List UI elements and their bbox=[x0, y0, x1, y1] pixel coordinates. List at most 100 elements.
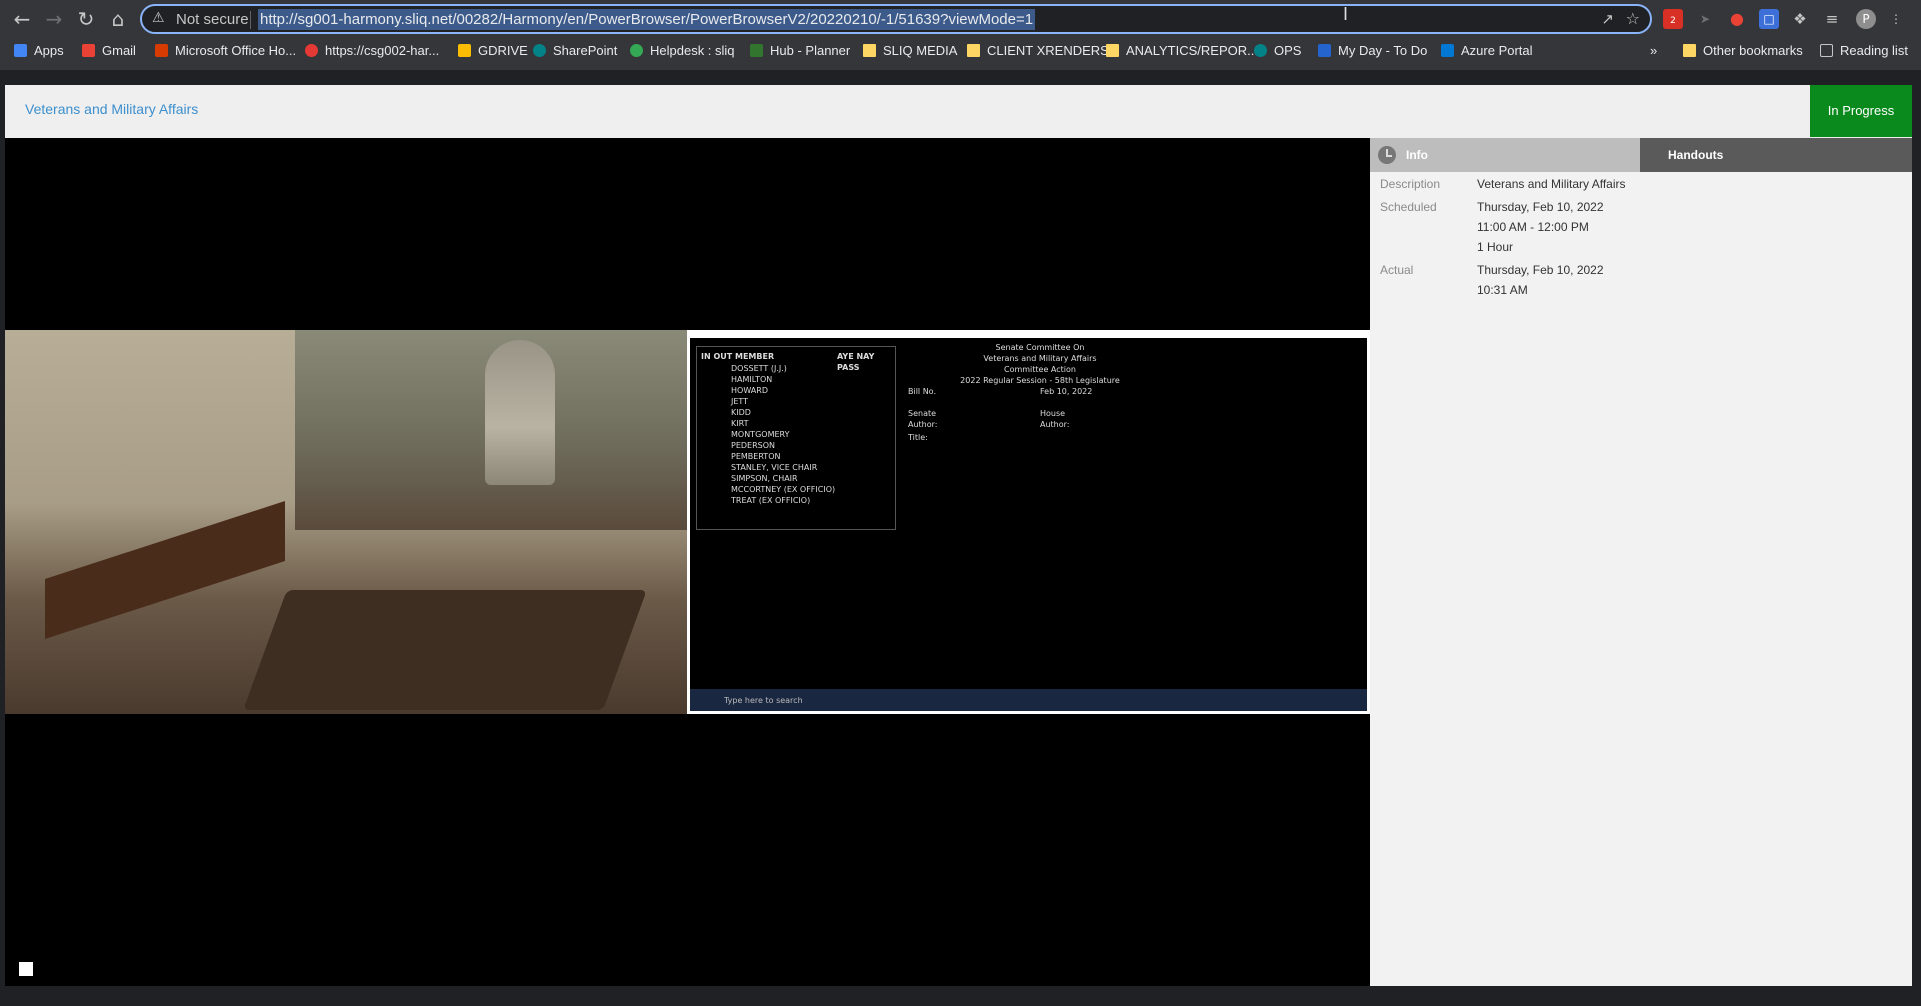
planner-icon bbox=[750, 44, 763, 57]
gmail-icon bbox=[82, 44, 95, 57]
sharepoint-icon bbox=[533, 44, 546, 57]
azure-icon bbox=[1441, 44, 1454, 57]
tab-info[interactable]: Info bbox=[1370, 138, 1640, 172]
bookmark-planner[interactable]: Hub - Planner bbox=[750, 42, 850, 60]
vote-columns: AYE NAY PASS bbox=[837, 352, 875, 372]
apps-grid-icon bbox=[14, 44, 27, 57]
calendar-extension-icon[interactable]: 2 bbox=[1663, 9, 1683, 29]
browser-chrome: ← → ↻ ⌂ ⚠ Not secure http://sg001-harmon… bbox=[0, 0, 1921, 70]
member-row: JETT bbox=[731, 397, 749, 406]
member-row: MCCORTNEY (EX OFFICIO) bbox=[731, 485, 836, 494]
member-row: HOWARD bbox=[731, 386, 768, 395]
bookmark-sharepoint[interactable]: SharePoint bbox=[533, 42, 617, 60]
omnibox-divider bbox=[250, 11, 251, 29]
scheduled-value: Thursday, Feb 10, 2022 11:00 AM - 12:00 … bbox=[1477, 197, 1604, 257]
reading-list[interactable]: Reading list bbox=[1820, 42, 1908, 60]
scheduled-time: 11:00 AM - 12:00 PM bbox=[1477, 220, 1589, 234]
office-icon bbox=[155, 44, 168, 57]
wooden-pew bbox=[45, 501, 285, 639]
senate-author-label: Senate Author: bbox=[908, 409, 938, 429]
menu-dots-icon[interactable]: ⋮ bbox=[1886, 9, 1906, 29]
folder-icon bbox=[967, 44, 980, 57]
folder-icon bbox=[1683, 44, 1696, 57]
bookmark-star-icon[interactable]: ☆ bbox=[1626, 9, 1640, 28]
bookmark-azure[interactable]: Azure Portal bbox=[1441, 42, 1533, 60]
meeting-header: Veterans and Military Affairs In Progres… bbox=[5, 85, 1912, 138]
video-player[interactable]: IN OUT MEMBER AYE NAY PASS DOSSETT (J.J.… bbox=[5, 138, 1370, 986]
sharepoint-icon bbox=[1254, 44, 1267, 57]
other-bookmarks[interactable]: Other bookmarks bbox=[1683, 42, 1803, 60]
stop-square-icon[interactable] bbox=[19, 962, 33, 976]
extension-badge: 2 bbox=[1670, 16, 1676, 26]
url-text[interactable]: http://sg001-harmony.sliq.net/00282/Harm… bbox=[258, 9, 1036, 30]
bookmark-office[interactable]: Microsoft Office Ho... bbox=[155, 42, 296, 60]
navigation-bar: ← → ↻ ⌂ ⚠ Not secure http://sg001-harmon… bbox=[0, 0, 1921, 38]
scheduled-label: Scheduled bbox=[1380, 200, 1437, 214]
forward-arrow-icon[interactable]: → bbox=[40, 5, 68, 33]
vote-header: IN OUT MEMBER bbox=[701, 352, 775, 361]
bookmark-analytics[interactable]: ANALYTICS/REPOR... bbox=[1106, 42, 1258, 60]
bookmark-client-xrenders[interactable]: CLIENT XRENDERS bbox=[967, 42, 1109, 60]
tab-handouts[interactable]: Handouts bbox=[1640, 138, 1912, 172]
reload-icon[interactable]: ↻ bbox=[72, 5, 100, 33]
rocket-extension-icon[interactable]: ➤ bbox=[1695, 9, 1715, 29]
committee-table bbox=[243, 590, 647, 710]
bookmark-ops[interactable]: OPS bbox=[1254, 42, 1301, 60]
scheduled-duration: 1 Hour bbox=[1477, 240, 1514, 254]
address-bar[interactable]: ⚠ Not secure http://sg001-harmony.sliq.n… bbox=[140, 4, 1652, 34]
member-row: HAMILTON bbox=[731, 375, 773, 384]
bookmark-gdrive[interactable]: GDRIVE bbox=[458, 42, 528, 60]
bookmark-apps[interactable]: Apps bbox=[14, 42, 64, 60]
warning-triangle-icon: ⚠ bbox=[152, 10, 165, 26]
meeting-info-panel: Info Handouts Description Veterans and M… bbox=[1370, 138, 1912, 986]
description-label: Description bbox=[1380, 177, 1441, 191]
actual-time: 10:31 AM bbox=[1477, 283, 1528, 297]
committee-heading: Senate Committee On Veterans and Militar… bbox=[960, 343, 1120, 385]
bookmark-helpdesk[interactable]: Helpdesk : sliq bbox=[630, 42, 735, 60]
status-badge[interactable]: In Progress bbox=[1810, 85, 1912, 137]
profile-avatar[interactable]: P bbox=[1856, 9, 1876, 29]
actual-date: Thursday, Feb 10, 2022 bbox=[1477, 263, 1604, 277]
puzzle-extensions-icon[interactable]: ❖ bbox=[1790, 9, 1810, 29]
power-browser-page: Veterans and Military Affairs In Progres… bbox=[5, 85, 1912, 986]
member-row: KIRT bbox=[731, 419, 749, 428]
back-arrow-icon[interactable]: ← bbox=[8, 5, 36, 33]
actual-label: Actual bbox=[1380, 263, 1414, 277]
helpdesk-icon bbox=[630, 44, 643, 57]
hearing-room-feed bbox=[5, 330, 687, 714]
bookmark-sliq-media[interactable]: SLIQ MEDIA bbox=[863, 42, 957, 60]
member-row: MONTGOMERY bbox=[731, 430, 790, 439]
member-row: PEMBERTON bbox=[731, 452, 781, 461]
bookmark-my-day[interactable]: My Day - To Do bbox=[1318, 42, 1427, 60]
window-extension-icon[interactable]: □ bbox=[1759, 9, 1779, 29]
description-value: Veterans and Military Affairs bbox=[1477, 177, 1626, 191]
red-circle-icon bbox=[305, 44, 318, 57]
house-author-label: House Author: bbox=[1040, 409, 1070, 429]
member-row: PEDERSON bbox=[731, 441, 776, 450]
bookmark-gmail[interactable]: Gmail bbox=[82, 42, 136, 60]
folder-icon bbox=[1106, 44, 1119, 57]
folder-icon bbox=[863, 44, 876, 57]
scheduled-date: Thursday, Feb 10, 2022 bbox=[1477, 200, 1604, 214]
vote-screen-feed: IN OUT MEMBER AYE NAY PASS DOSSETT (J.J.… bbox=[687, 330, 1370, 714]
member-row: TREAT (EX OFFICIO) bbox=[731, 496, 811, 505]
media-queue-icon[interactable]: ≡ bbox=[1822, 9, 1842, 29]
reading-list-icon bbox=[1820, 44, 1833, 57]
home-icon[interactable]: ⌂ bbox=[104, 5, 132, 33]
taskbar-search: Type here to search bbox=[724, 696, 803, 705]
meeting-title[interactable]: Veterans and Military Affairs bbox=[25, 101, 198, 117]
record-extension-icon[interactable]: ● bbox=[1727, 9, 1747, 29]
vote-tally-box: IN OUT MEMBER AYE NAY PASS DOSSETT (J.J.… bbox=[696, 346, 896, 530]
member-row: SIMPSON, CHAIR bbox=[731, 474, 798, 483]
member-row: STANLEY, VICE CHAIR bbox=[731, 463, 818, 472]
profile-initial: P bbox=[1862, 12, 1870, 26]
statue-figure bbox=[485, 340, 555, 485]
drive-icon bbox=[458, 44, 471, 57]
member-row: DOSSETT (J.J.) bbox=[731, 364, 787, 373]
bookmarks-overflow-button[interactable]: » bbox=[1650, 42, 1657, 60]
security-label[interactable]: Not secure bbox=[176, 11, 249, 28]
windows-taskbar: Type here to search bbox=[690, 689, 1367, 711]
todo-check-icon bbox=[1318, 44, 1331, 57]
bookmark-csg002[interactable]: https://csg002-har... bbox=[305, 42, 439, 60]
share-icon[interactable]: ↗ bbox=[1601, 10, 1614, 28]
